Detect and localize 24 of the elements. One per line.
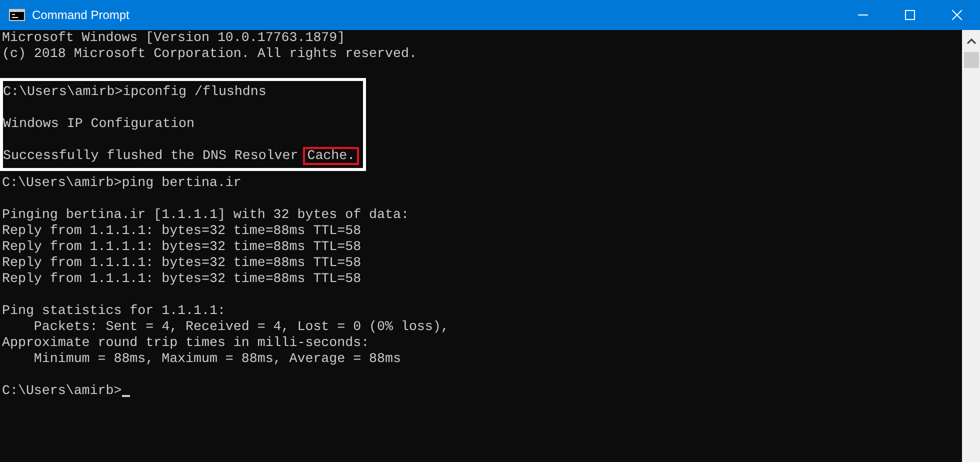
console-line: (c) 2018 Microsoft Corporation. All rights reserved. xyxy=(2,46,417,62)
scroll-thumb[interactable] xyxy=(964,52,978,68)
console-line: Reply from 1.1.1.1: bytes=32 time=88ms TTL=58 xyxy=(2,271,362,287)
highlighted-word: Cache. xyxy=(303,147,360,165)
console-line: C:\Users\amirb>ping bertina.ir xyxy=(2,175,242,191)
console-line: Ping statistics for 1.1.1.1: xyxy=(2,303,226,319)
console-line: Reply from 1.1.1.1: bytes=32 time=88ms TTL=58 xyxy=(2,255,362,271)
console-line: Successfully flushed the DNS Resolver xyxy=(3,148,300,164)
console-icon xyxy=(9,9,25,21)
scroll-up-icon[interactable] xyxy=(966,38,976,44)
console-line: Windows IP Configuration xyxy=(3,116,195,132)
scrollbar[interactable] xyxy=(962,30,980,462)
maximize-icon xyxy=(904,10,914,20)
console-line: Pinging bertina.ir [1.1.1.1] with 32 bytes of data: xyxy=(2,207,409,223)
window-title: Command Prompt xyxy=(32,8,130,22)
console-line: Microsoft Windows [Version 10.0.17763.1879] xyxy=(2,30,346,46)
console-line: Reply from 1.1.1.1: bytes=32 time=88ms TTL=58 xyxy=(2,239,362,255)
console-line: Approximate round trip times in milli-seconds: xyxy=(2,335,370,351)
console-line: Minimum = 88ms, Maximum = 88ms, Average = 88ms xyxy=(32,351,401,367)
console-line: Packets: Sent = 4, Received = 4, Lost = 0 (0% loss), xyxy=(32,319,449,335)
close-icon xyxy=(952,10,962,20)
console-line: Reply from 1.1.1.1: bytes=32 time=88ms TTL=58 xyxy=(2,223,362,239)
console-line: C:\Users\amirb>ipconfig /flushdns xyxy=(3,84,266,100)
console-line: C:\Users\amirb> xyxy=(2,383,122,399)
